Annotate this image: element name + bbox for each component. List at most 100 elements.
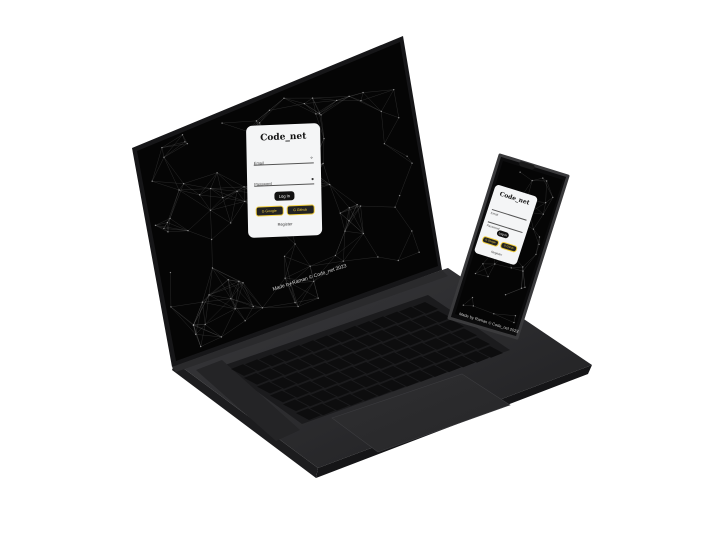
network-node — [535, 253, 537, 256]
network-node — [462, 304, 465, 306]
network-node — [192, 324, 195, 327]
network-node — [398, 194, 401, 197]
network-node — [323, 137, 325, 140]
network-node — [538, 236, 541, 238]
network-node — [522, 266, 524, 268]
network-node — [339, 212, 341, 214]
network-node — [178, 189, 180, 191]
network-node — [334, 254, 337, 257]
network-node — [544, 202, 547, 204]
network-node — [283, 97, 285, 99]
network-node — [211, 267, 214, 269]
network-node — [342, 260, 345, 262]
network-node — [359, 205, 362, 207]
network-node — [236, 190, 238, 193]
network-node — [151, 180, 153, 182]
github-login-button[interactable]: G Github — [286, 204, 315, 216]
network-node — [519, 171, 521, 173]
network-node — [552, 196, 554, 199]
network-node — [542, 177, 544, 179]
network-node — [362, 91, 364, 94]
network-node — [200, 345, 202, 348]
network-node — [360, 100, 362, 102]
network-node — [294, 301, 296, 304]
device-mockup-stage: Code_net Email ⚬ Password ● Log In G Goo… — [0, 0, 720, 540]
network-node — [522, 270, 524, 272]
password-label: Password — [486, 223, 501, 231]
network-node — [362, 232, 365, 235]
network-node — [393, 88, 395, 91]
device-mockup-illustration — [132, 36, 592, 478]
network-node — [252, 305, 254, 308]
network-node — [184, 141, 186, 143]
network-node — [394, 206, 396, 208]
network-node — [258, 122, 261, 124]
network-node — [204, 323, 206, 326]
network-node — [216, 172, 218, 174]
google-login-button[interactable]: G Google — [255, 205, 284, 217]
network-node — [243, 186, 245, 188]
network-node — [322, 162, 324, 165]
network-node — [227, 279, 229, 281]
network-node — [411, 162, 413, 164]
network-node — [545, 180, 548, 182]
network-node — [418, 251, 420, 253]
network-node — [163, 156, 165, 159]
network-node — [531, 179, 533, 182]
network-node — [186, 142, 189, 145]
network-node — [284, 277, 286, 279]
register-link[interactable]: Register — [255, 220, 315, 227]
network-node — [161, 146, 163, 149]
network-node — [487, 275, 489, 278]
network-node — [167, 231, 169, 233]
email-label: Email — [253, 160, 264, 166]
network-node — [383, 143, 386, 145]
network-node — [166, 221, 169, 224]
network-node — [234, 308, 236, 310]
network-node — [482, 263, 484, 265]
network-node — [348, 95, 350, 98]
network-node — [309, 265, 311, 267]
github-login-button[interactable]: G Github — [499, 241, 518, 253]
network-node — [242, 282, 244, 284]
network-node — [294, 243, 296, 245]
network-node — [163, 227, 165, 230]
network-node — [315, 113, 317, 115]
network-node — [398, 116, 400, 119]
network-node — [317, 297, 319, 299]
network-node — [471, 296, 474, 299]
network-node — [198, 194, 201, 196]
google-login-button[interactable]: G Google — [481, 235, 500, 248]
email-field[interactable]: Email ⚬ — [253, 149, 314, 166]
network-node — [201, 301, 204, 303]
network-node — [510, 267, 512, 269]
network-node — [377, 256, 379, 258]
network-node — [221, 122, 223, 124]
network-node — [520, 287, 523, 289]
network-node — [493, 313, 495, 315]
network-node — [208, 294, 210, 296]
social-login-group: G Google G Github — [255, 204, 315, 217]
network-node — [411, 230, 413, 232]
network-node — [238, 280, 240, 282]
network-node — [187, 230, 189, 232]
network-node — [222, 196, 224, 199]
network-node — [268, 109, 271, 112]
network-node — [169, 217, 171, 220]
login-button[interactable]: Log In — [274, 191, 295, 201]
network-node — [210, 238, 213, 241]
network-node — [261, 307, 264, 309]
network-node — [472, 305, 475, 307]
network-node — [504, 294, 507, 296]
network-node — [356, 203, 358, 206]
network-node — [209, 187, 212, 190]
network-node — [303, 102, 305, 105]
network-node — [542, 213, 544, 215]
password-field[interactable]: Password ● — [253, 170, 315, 187]
network-node — [514, 315, 517, 317]
network-node — [313, 280, 315, 283]
network-node — [513, 321, 515, 324]
network-node — [283, 255, 286, 258]
network-node — [182, 183, 185, 185]
network-node — [336, 99, 338, 102]
